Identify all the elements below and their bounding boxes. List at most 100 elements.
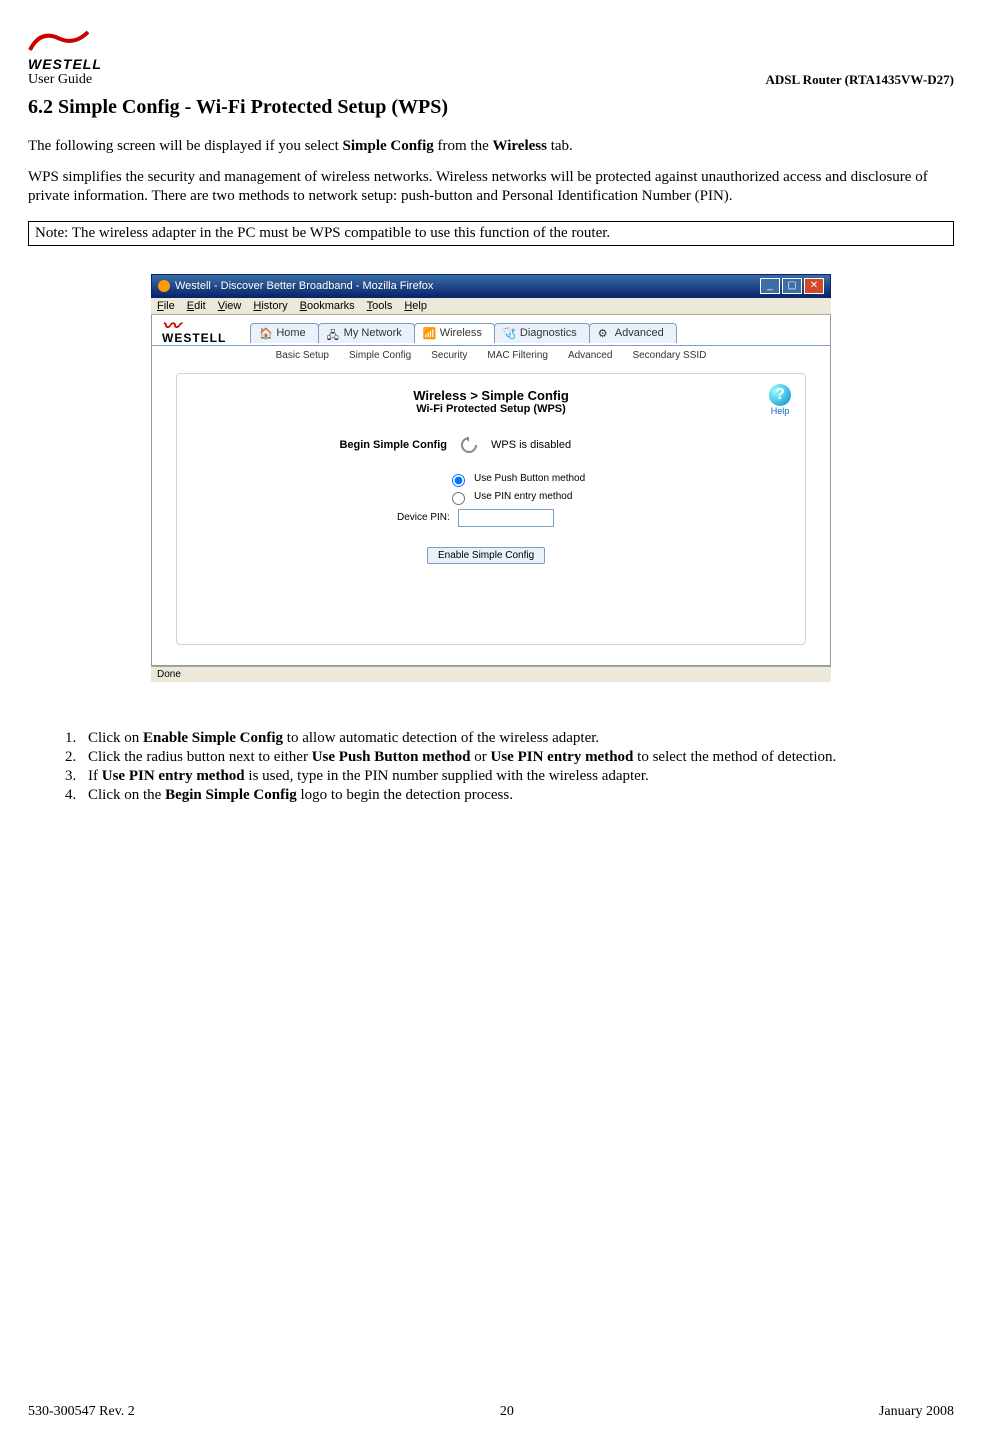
menu-edit[interactable]: Edit xyxy=(187,300,206,312)
network-icon: 🖧 xyxy=(327,327,339,339)
main-tabs: 🏠 Home 🖧 My Network 📶Wireless 🩺 Diagnostics… xyxy=(250,323,675,343)
radio-push-button-label: Use Push Button method xyxy=(474,473,585,484)
step-4-b1: Begin Simple Config xyxy=(165,787,297,803)
subtab-mac-filtering[interactable]: MAC Filtering xyxy=(487,350,548,361)
logo-area: WESTELL User Guide xyxy=(28,28,102,88)
panel-subtitle: Wi-Fi Protected Setup (WPS) xyxy=(197,403,785,415)
titlebar: Westell - Discover Better Broadband - Mo… xyxy=(151,274,831,298)
intro-paragraph: The following screen will be displayed i… xyxy=(28,137,954,156)
radio-push-button-input[interactable] xyxy=(452,474,465,487)
begin-simple-config-icon[interactable] xyxy=(457,433,481,457)
step-2-post: to select the method of detection. xyxy=(633,749,836,765)
westell-logo-icon xyxy=(28,28,90,56)
menu-history[interactable]: History xyxy=(253,300,287,312)
intro-bold-2: Wireless xyxy=(493,138,547,154)
radio-push-button[interactable]: Use Push Button method xyxy=(447,471,785,487)
menu-tools[interactable]: Tools xyxy=(367,300,393,312)
step-1-post: to allow automatic detection of the wire… xyxy=(283,730,599,746)
menubar: File Edit View History Bookmarks Tools H… xyxy=(151,298,831,315)
subtab-security[interactable]: Security xyxy=(431,350,467,361)
begin-simple-config-label: Begin Simple Config xyxy=(327,439,447,451)
nav-row: 〰 WESTELL 🏠 Home 🖧 My Network 📶Wireless 🩺 D… xyxy=(152,315,830,345)
tab-my-network-label: My Network xyxy=(344,327,402,339)
westell-page-logo: 〰 WESTELL xyxy=(162,321,226,345)
subtab-simple-config[interactable]: Simple Config xyxy=(349,350,411,361)
intro-prefix: The following screen will be displayed i… xyxy=(28,138,343,154)
tab-home-label: Home xyxy=(276,327,305,339)
radio-pin-entry-input[interactable] xyxy=(452,492,465,505)
sub-tabs: Basic Setup Simple Config Security MAC F… xyxy=(152,345,830,365)
step-2-b2: Use PIN entry method xyxy=(491,749,634,765)
header-left-text: User Guide xyxy=(28,72,92,88)
wireless-icon: 📶 xyxy=(423,327,435,339)
subtab-basic-setup[interactable]: Basic Setup xyxy=(276,350,329,361)
intro-mid: from the xyxy=(434,138,493,154)
help-label: Help xyxy=(771,406,790,416)
device-pin-label: Device PIN: xyxy=(397,512,450,523)
tab-my-network[interactable]: 🖧 My Network xyxy=(318,323,415,343)
methods-group: Use Push Button method Use PIN entry met… xyxy=(447,471,785,505)
footer-right: January 2008 xyxy=(879,1404,954,1420)
page-logo-text: WESTELL xyxy=(162,331,226,345)
step-2-b1: Use Push Button method xyxy=(312,749,471,765)
page-header: WESTELL User Guide ADSL Router (RTA1435V… xyxy=(28,28,954,88)
steps-list: Click on Enable Simple Config to allow a… xyxy=(56,730,954,804)
tab-advanced-label: Advanced xyxy=(615,327,664,339)
tab-home[interactable]: 🏠 Home xyxy=(250,323,318,343)
panel-title: Wireless > Simple Config xyxy=(197,388,785,403)
footer-left: 530-300547 Rev. 2 xyxy=(28,1404,135,1420)
section-title: 6.2 Simple Config - Wi-Fi Protected Setu… xyxy=(28,96,954,119)
header-right-text: ADSL Router (RTA1435VW-D27) xyxy=(765,72,954,88)
help-link[interactable]: ? Help xyxy=(769,384,791,416)
step-1-b1: Enable Simple Config xyxy=(143,730,283,746)
menu-help[interactable]: Help xyxy=(404,300,427,312)
firefox-window: Westell - Discover Better Broadband - Mo… xyxy=(151,274,831,682)
subtab-secondary-ssid[interactable]: Secondary SSID xyxy=(632,350,706,361)
step-2-mid: or xyxy=(471,749,491,765)
tab-diagnostics[interactable]: 🩺 Diagnostics xyxy=(494,323,590,343)
intro-bold-1: Simple Config xyxy=(343,138,434,154)
step-4-post: logo to begin the detection process. xyxy=(297,787,513,803)
minimize-button[interactable]: _ xyxy=(760,278,780,294)
device-pin-input[interactable] xyxy=(458,509,554,527)
page-logo-swoosh-icon: 〰 xyxy=(162,321,181,331)
subtab-advanced[interactable]: Advanced xyxy=(568,350,612,361)
step-3-pre: If xyxy=(88,768,102,784)
browser-body: 〰 WESTELL 🏠 Home 🖧 My Network 📶Wireless 🩺 D… xyxy=(151,315,831,666)
menu-bookmarks[interactable]: Bookmarks xyxy=(300,300,355,312)
footer-center: 20 xyxy=(500,1404,514,1420)
status-bar: Done xyxy=(151,666,831,682)
gear-icon: ⚙ xyxy=(598,327,610,339)
radio-pin-entry-label: Use PIN entry method xyxy=(474,491,572,502)
device-pin-row: Device PIN: xyxy=(397,509,785,527)
step-1-pre: Click on xyxy=(88,730,143,746)
wps-status-text: WPS is disabled xyxy=(491,439,571,451)
step-3-post: is used, type in the PIN number supplied… xyxy=(245,768,649,784)
maximize-button[interactable]: ▢ xyxy=(782,278,802,294)
firefox-icon xyxy=(158,280,170,292)
wps-description: WPS simplifies the security and manageme… xyxy=(28,168,954,206)
help-icon: ? xyxy=(769,384,791,406)
menu-file[interactable]: File xyxy=(157,300,175,312)
step-3: If Use PIN entry method is used, type in… xyxy=(80,768,954,785)
step-4: Click on the Begin Simple Config logo to… xyxy=(80,787,954,804)
page-footer: 530-300547 Rev. 2 20 January 2008 xyxy=(28,1404,954,1420)
step-4-pre: Click on the xyxy=(88,787,165,803)
diagnostics-icon: 🩺 xyxy=(503,327,515,339)
enable-simple-config-button[interactable]: Enable Simple Config xyxy=(427,547,545,564)
intro-suffix: tab. xyxy=(547,138,573,154)
menu-view[interactable]: View xyxy=(218,300,242,312)
step-2-pre: Click the radius button next to either xyxy=(88,749,312,765)
home-icon: 🏠 xyxy=(259,327,271,339)
tab-wireless[interactable]: 📶Wireless xyxy=(414,323,495,343)
radio-pin-entry[interactable]: Use PIN entry method xyxy=(447,489,785,505)
window-title: Westell - Discover Better Broadband - Mo… xyxy=(175,280,433,292)
brand-text: WESTELL xyxy=(28,56,102,72)
step-3-b1: Use PIN entry method xyxy=(102,768,245,784)
step-1: Click on Enable Simple Config to allow a… xyxy=(80,730,954,747)
tab-diagnostics-label: Diagnostics xyxy=(520,327,577,339)
note-box: Note: The wireless adapter in the PC mus… xyxy=(28,221,954,246)
begin-simple-config-row: Begin Simple Config WPS is disabled xyxy=(327,433,785,457)
tab-advanced[interactable]: ⚙ Advanced xyxy=(589,323,677,343)
close-button[interactable]: ✕ xyxy=(804,278,824,294)
